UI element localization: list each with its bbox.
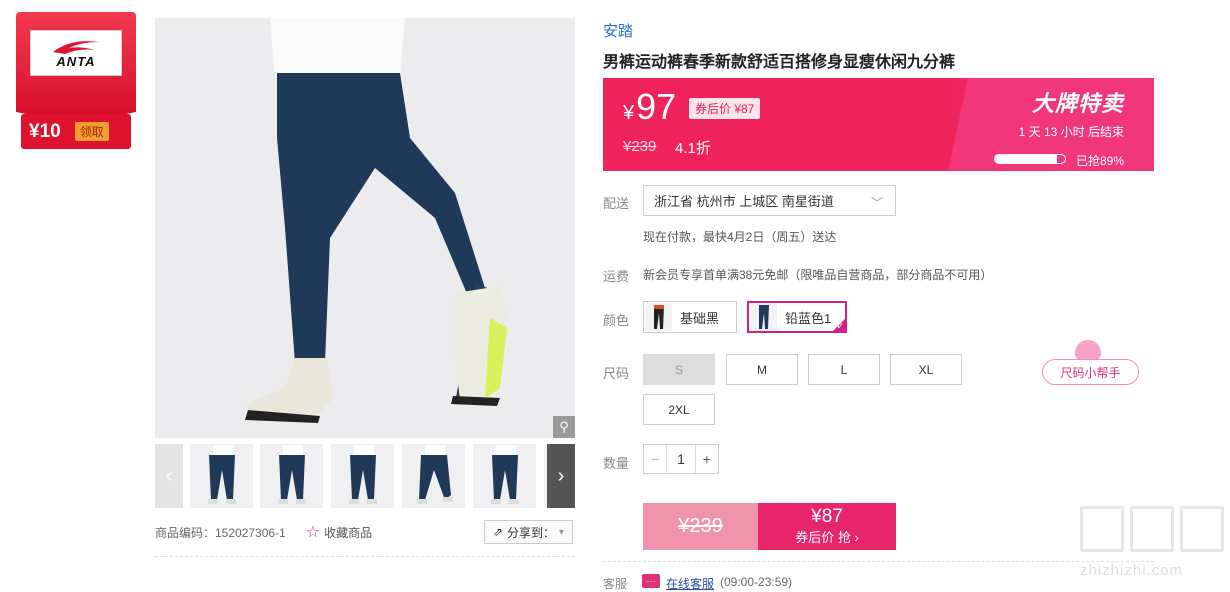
size-helper-button[interactable]: 尺码小帮手: [1042, 359, 1139, 385]
quantity-increase-button[interactable]: +: [694, 445, 718, 473]
thumbnail-strip: ‹ ›: [155, 444, 575, 508]
thumb-prev-button[interactable]: ‹: [155, 444, 183, 508]
size-label: 尺码: [603, 366, 630, 381]
sale-title: 大牌特卖: [1031, 91, 1124, 116]
quantity-label: 数量: [603, 456, 630, 471]
chevron-down-icon: ▾: [558, 526, 564, 538]
watermark-glyph: [1180, 506, 1224, 552]
current-price: ¥ 97: [623, 86, 676, 128]
share-label: 分享到：: [506, 525, 555, 540]
size-option-2xl[interactable]: 2XL: [643, 394, 715, 425]
watermark-text: zhizhizhi.com: [1080, 562, 1184, 579]
divider: [155, 556, 575, 557]
buy-button[interactable]: ¥239 ¥87 券后价 抢 ›: [643, 503, 896, 550]
product-code: 商品编码：152027306-1: [155, 525, 286, 540]
shipping-address-select[interactable]: 浙江省 杭州市 上城区 南星街道 ﹀: [643, 185, 896, 216]
product-meta-row: 商品编码：152027306-1 ☆ 收藏商品 ⇗ 分享到： ▾: [155, 520, 575, 544]
thumbnail-image: [208, 445, 236, 504]
color-option-lead-blue[interactable]: 铅蓝色1 ✓: [747, 301, 847, 333]
thumb-next-button[interactable]: ›: [547, 444, 575, 508]
size-option-s: S: [643, 354, 715, 385]
delivery-note: 现在付款，最快4月2日（周五）送达: [643, 230, 837, 244]
color-option-label: 基础黑: [680, 310, 720, 326]
brand-logo-text: ANTA: [56, 53, 96, 69]
chat-icon: ···: [642, 574, 660, 588]
color-swatch-image: [646, 303, 672, 331]
color-option-label: 铅蓝色1: [785, 310, 832, 326]
countdown-timer: 1 天 13 小时 后结束: [1018, 125, 1124, 139]
buy-coupon-price: ¥87: [811, 506, 843, 527]
brand-link[interactable]: 安踏: [603, 20, 633, 41]
thumbnail[interactable]: [331, 444, 394, 508]
service-label: 客服: [603, 577, 628, 591]
thumbnail[interactable]: [473, 444, 536, 508]
freight-label: 运费: [603, 269, 630, 284]
coupon-badge[interactable]: ANTA ¥10 领取: [16, 12, 136, 149]
thumbnail-image: [349, 445, 377, 504]
coupon-footer[interactable]: ¥10 领取: [21, 114, 131, 149]
online-service-link[interactable]: 在线客服: [666, 575, 714, 592]
quantity-input[interactable]: 1: [667, 445, 694, 473]
buy-original-price: ¥239: [643, 503, 758, 550]
chevron-down-icon: ﹀: [870, 196, 883, 210]
thumbnail[interactable]: [402, 444, 465, 508]
shipping-label: 配送: [603, 196, 630, 211]
watermark: zhizhizhi.com: [1075, 506, 1225, 586]
watermark-glyph: [1080, 506, 1124, 552]
sold-progress-bar: [994, 154, 1066, 164]
current-price-value: 97: [636, 86, 677, 127]
thumbnail-image: [417, 445, 453, 504]
size-option-m[interactable]: M: [726, 354, 798, 385]
thumbnail-image: [278, 445, 306, 504]
size-option-l[interactable]: L: [808, 354, 880, 385]
thumbnail[interactable]: [190, 444, 253, 508]
quantity-decrease-button[interactable]: −: [644, 445, 668, 473]
buy-coupon-label: 券后价 抢 ›: [795, 530, 859, 545]
currency-symbol: ¥: [623, 102, 635, 124]
discount-rate: 4.1折: [675, 140, 711, 157]
original-price: ¥239: [623, 138, 657, 155]
price-panel: ¥ 97 券后价 ¥87 ¥239 4.1折 大牌特卖 1 天 13 小时 后结…: [603, 78, 1154, 171]
size-helper-mascot-icon: [1075, 340, 1101, 360]
divider: [603, 561, 1154, 562]
share-button[interactable]: ⇗ 分享到： ▾: [483, 520, 573, 544]
shipping-address-value: 浙江省 杭州市 上城区 南星街道: [654, 194, 834, 209]
brand-logo: ANTA: [30, 30, 122, 76]
color-option-black[interactable]: 基础黑: [643, 301, 737, 333]
check-icon: ✓: [836, 321, 844, 331]
after-coupon-badge: 券后价 ¥87: [689, 98, 761, 119]
product-photo: [155, 18, 575, 438]
freight-note: 新会员专享首单满38元免邮（限唯品自营商品，部分商品不可用）: [643, 268, 993, 282]
star-icon: ☆: [305, 524, 321, 541]
coupon-amount: ¥10: [29, 120, 61, 142]
thumbnail[interactable]: [260, 444, 323, 508]
favorite-label: 收藏商品: [324, 525, 373, 540]
quantity-stepper[interactable]: − 1 +: [643, 444, 719, 474]
service-hours: (09:00-23:59): [720, 575, 793, 589]
sold-progress-label: 已抢89%: [1075, 154, 1124, 168]
product-title: 男裤运动裤春季新款舒适百搭修身显瘦休闲九分裤: [603, 54, 956, 71]
magnifier-icon[interactable]: ⚲: [553, 416, 575, 438]
coupon-header: ANTA: [16, 12, 136, 124]
coupon-claim-button[interactable]: 领取: [74, 122, 109, 141]
color-label: 颜色: [603, 313, 630, 328]
size-option-xl[interactable]: XL: [890, 354, 962, 385]
color-swatch-image: [751, 303, 777, 331]
buy-coupon-price-button[interactable]: ¥87 券后价 抢 ›: [758, 503, 896, 550]
sold-progress-fill: [995, 155, 1058, 163]
share-icon: ⇗: [492, 525, 503, 539]
product-main-image[interactable]: ⚲: [155, 18, 575, 438]
favorite-button[interactable]: ☆ 收藏商品: [306, 522, 372, 542]
watermark-glyph: [1130, 506, 1174, 552]
thumbnail-image: [491, 445, 519, 504]
